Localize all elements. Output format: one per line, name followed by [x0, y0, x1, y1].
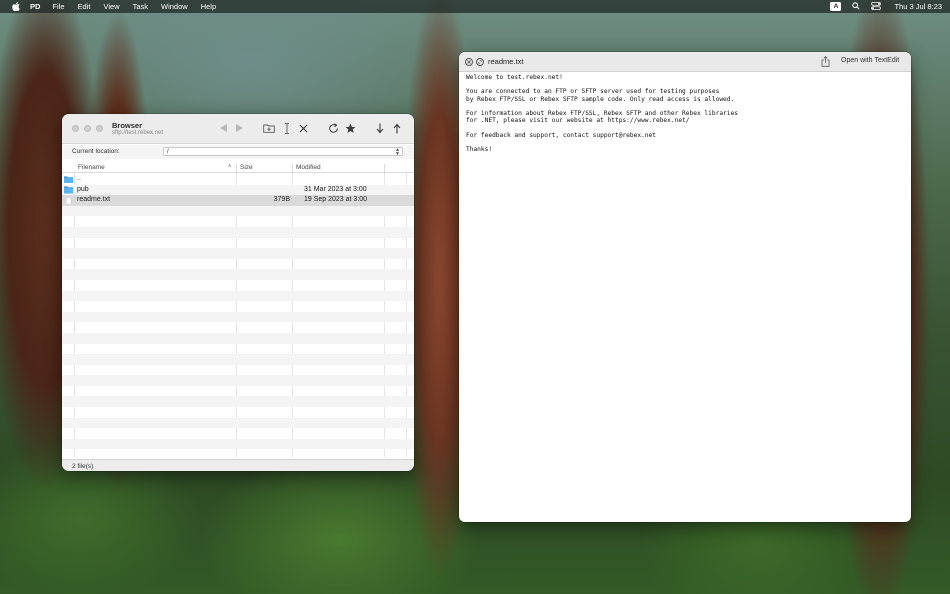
- table-row-empty[interactable]: [62, 301, 414, 312]
- table-row-empty[interactable]: [62, 365, 414, 376]
- new-folder-icon[interactable]: [263, 122, 275, 134]
- open-with-textedit-button[interactable]: Open with TextEdit: [841, 57, 899, 64]
- spotlight-search-icon[interactable]: [852, 1, 861, 12]
- upload-icon[interactable]: [391, 122, 403, 134]
- column-header-size[interactable]: Size: [240, 164, 253, 171]
- file-modified: 31 Mar 2023 at 3:00: [304, 185, 367, 193]
- forward-button[interactable]: [233, 122, 245, 134]
- file-name: readme.txt: [77, 196, 111, 204]
- table-row-empty[interactable]: [62, 226, 414, 238]
- folder-icon: [64, 186, 73, 194]
- input-source-badge[interactable]: A: [830, 2, 842, 11]
- control-center-icon[interactable]: [871, 1, 882, 12]
- window-subtitle: sftp://test.rebex.net: [112, 130, 164, 136]
- table-row-empty[interactable]: [62, 290, 414, 302]
- file-content-text[interactable]: Welcome to test.rebex.net! You are conne…: [459, 72, 911, 522]
- file-size: 379B: [273, 196, 290, 204]
- text-viewer-window: readme.txt Open with TextEdit Welcome to…: [459, 52, 911, 522]
- table-row-empty[interactable]: [62, 396, 414, 408]
- close-window-button[interactable]: [72, 125, 79, 132]
- table-row-empty[interactable]: [62, 248, 414, 259]
- table-header: Filename ˄ Size Modified: [62, 161, 414, 174]
- table-row-selected[interactable]: readme.txt 379B 19 Sep 2023 at 3:00: [62, 195, 414, 206]
- folder-icon: [64, 175, 73, 183]
- browser-window: Browser sftp://test.rebex.net Current lo…: [62, 114, 414, 471]
- table-row-empty[interactable]: [62, 259, 414, 270]
- file-icon: [66, 196, 72, 204]
- menubar-extras: A Thu 3 Jul 8:23: [830, 0, 942, 13]
- table-row-empty[interactable]: [62, 269, 414, 280]
- close-icon[interactable]: [465, 58, 473, 66]
- column-header-modified[interactable]: Modified: [296, 164, 321, 171]
- table-row-empty[interactable]: [62, 375, 414, 386]
- table-row-empty[interactable]: [62, 322, 414, 333]
- column-header-filename[interactable]: Filename: [78, 164, 105, 171]
- table-row-empty[interactable]: [62, 407, 414, 418]
- location-select[interactable]: / ▲ ▼: [163, 147, 403, 157]
- sort-ascending-icon: ˄: [228, 164, 232, 170]
- table-row-empty[interactable]: [62, 205, 414, 217]
- menu-file[interactable]: File: [52, 2, 64, 11]
- table-row-empty[interactable]: [62, 438, 414, 450]
- file-rows: .. pub 31 Mar 2023 at 3:00 readme.txt 37…: [62, 174, 414, 460]
- share-icon[interactable]: [821, 56, 831, 67]
- table-row-empty[interactable]: [62, 332, 414, 344]
- back-button[interactable]: [217, 122, 229, 134]
- delete-icon[interactable]: [297, 122, 309, 134]
- table-row-empty[interactable]: [62, 354, 414, 365]
- menu-bar: PD File Edit View Task Window Help A Thu…: [0, 0, 950, 13]
- menu-view[interactable]: View: [103, 2, 119, 11]
- bookmark-star-icon[interactable]: [344, 122, 356, 134]
- file-name: pub: [77, 185, 89, 193]
- file-name: ..: [77, 175, 81, 182]
- minimize-window-button[interactable]: [84, 125, 91, 132]
- table-row-empty[interactable]: [62, 311, 414, 323]
- zoom-window-button[interactable]: [96, 125, 103, 132]
- apple-icon[interactable]: [11, 2, 21, 12]
- viewer-titlebar[interactable]: readme.txt Open with TextEdit: [459, 52, 911, 72]
- table-row-empty[interactable]: [62, 428, 414, 439]
- file-modified: 19 Sep 2023 at 3:00: [304, 196, 368, 204]
- window-title: Browser: [112, 121, 143, 130]
- table-row-empty[interactable]: [62, 344, 414, 355]
- location-label: Current location:: [72, 148, 120, 155]
- browser-titlebar[interactable]: Browser sftp://test.rebex.net: [62, 114, 414, 144]
- menubar-clock[interactable]: Thu 3 Jul 8:23: [894, 2, 942, 11]
- full-screen-icon[interactable]: [476, 58, 484, 66]
- file-count-status: 2 file(s): [72, 462, 94, 470]
- file-table: Filename ˄ Size Modified .. pub 31 Mar 2…: [62, 161, 414, 457]
- table-row-empty[interactable]: [62, 280, 414, 291]
- table-row[interactable]: ..: [62, 174, 414, 185]
- table-row-empty[interactable]: [62, 386, 414, 397]
- download-icon[interactable]: [374, 122, 386, 134]
- rename-cursor-icon[interactable]: [281, 122, 293, 134]
- table-row[interactable]: pub 31 Mar 2023 at 3:00: [62, 184, 414, 196]
- menu-app-name[interactable]: PD: [30, 2, 40, 11]
- location-bar: Current location: / ▲ ▼: [62, 145, 414, 159]
- viewer-title: readme.txt: [488, 57, 524, 66]
- table-row-empty[interactable]: [62, 238, 414, 249]
- refresh-icon[interactable]: [327, 122, 339, 134]
- menu-window[interactable]: Window: [161, 2, 188, 11]
- table-row-empty[interactable]: [62, 417, 414, 429]
- menu-edit[interactable]: Edit: [78, 2, 91, 11]
- menu-help[interactable]: Help: [201, 2, 216, 11]
- location-value: /: [167, 149, 169, 155]
- menu-task[interactable]: Task: [133, 2, 148, 11]
- select-arrows-icon: ▲ ▼: [395, 147, 400, 157]
- table-row-empty[interactable]: [62, 216, 414, 227]
- status-bar: 2 file(s): [62, 459, 414, 471]
